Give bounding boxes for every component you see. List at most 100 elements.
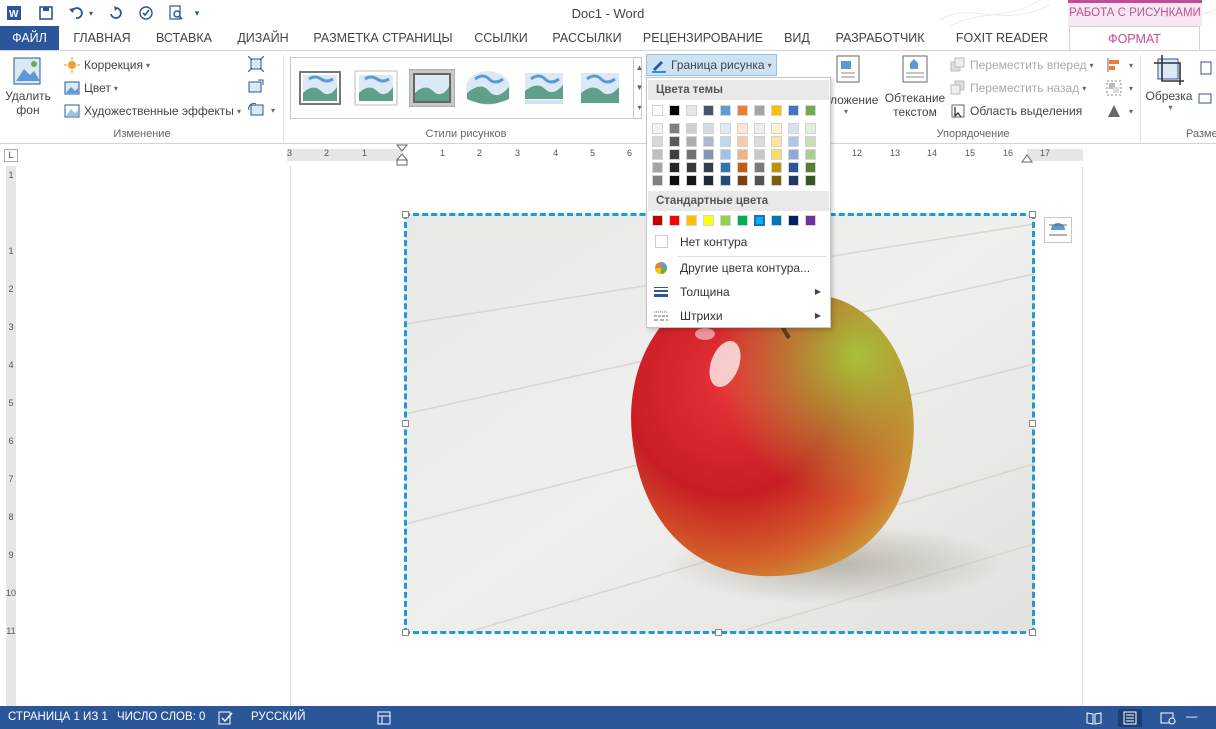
theme-tint-swatch[interactable] bbox=[788, 175, 799, 186]
theme-tint-swatch[interactable] bbox=[703, 123, 714, 134]
theme-tint-swatch[interactable] bbox=[737, 175, 748, 186]
height-field-icon[interactable] bbox=[1198, 61, 1212, 75]
theme-tint-swatch[interactable] bbox=[771, 175, 782, 186]
theme-tint-swatch[interactable] bbox=[720, 175, 731, 186]
standard-color-swatch[interactable] bbox=[805, 215, 816, 226]
standard-color-swatch[interactable] bbox=[754, 215, 765, 226]
theme-tint-swatch[interactable] bbox=[669, 149, 680, 160]
theme-tint-swatch[interactable] bbox=[703, 175, 714, 186]
tab-selector-icon[interactable]: L bbox=[4, 149, 18, 162]
tab-review[interactable]: РЕЦЕНЗИРОВАНИЕ bbox=[637, 26, 769, 50]
tab-file[interactable]: ФАЙЛ bbox=[0, 26, 59, 50]
theme-tint-swatch[interactable] bbox=[703, 162, 714, 173]
theme-tint-swatch[interactable] bbox=[771, 123, 782, 134]
read-mode-icon[interactable] bbox=[1086, 711, 1102, 728]
dashes-item[interactable]: Штрихи ▶ bbox=[648, 305, 829, 327]
correction-button[interactable]: Коррекция ▾ bbox=[64, 57, 150, 73]
theme-tint-swatch[interactable] bbox=[805, 136, 816, 147]
theme-tint-swatch[interactable] bbox=[686, 175, 697, 186]
change-picture-button[interactable] bbox=[248, 79, 268, 95]
tab-foxit[interactable]: FOXIT READER PDF bbox=[942, 26, 1062, 69]
theme-tint-swatch[interactable] bbox=[754, 175, 765, 186]
tab-format[interactable]: ФОРМАТ bbox=[1069, 26, 1200, 50]
theme-color-swatch[interactable] bbox=[720, 105, 731, 116]
picture-style-thumb[interactable] bbox=[465, 69, 511, 107]
theme-tint-swatch[interactable] bbox=[771, 136, 782, 147]
theme-tint-swatch[interactable] bbox=[737, 149, 748, 160]
rotate-button[interactable]: ▾ bbox=[1106, 103, 1133, 119]
tab-view[interactable]: ВИД bbox=[776, 26, 818, 50]
standard-color-swatch[interactable] bbox=[686, 215, 697, 226]
theme-color-swatch[interactable] bbox=[754, 105, 765, 116]
right-indent-marker-icon[interactable] bbox=[1021, 150, 1033, 164]
tab-mailings[interactable]: РАССЫЛКИ bbox=[544, 26, 630, 50]
theme-color-swatch[interactable] bbox=[788, 105, 799, 116]
picture-border-button[interactable]: Граница рисунка ▾ bbox=[646, 54, 777, 76]
vertical-ruler[interactable]: 1 1 2 3 4 5 6 7 8 9 10 11 bbox=[0, 166, 20, 706]
picture-style-thumb-selected[interactable] bbox=[408, 68, 456, 108]
standard-color-swatch[interactable] bbox=[669, 215, 680, 226]
horizontal-ruler[interactable]: L 3 2 1 1 2 3 4 5 6 12 13 14 15 16 17 bbox=[0, 144, 1216, 166]
theme-tint-swatch[interactable] bbox=[771, 162, 782, 173]
standard-color-swatch[interactable] bbox=[720, 215, 731, 226]
macro-record-icon[interactable] bbox=[377, 711, 391, 728]
selection-pane-button[interactable]: Область выделения bbox=[950, 103, 1082, 119]
send-backward-button[interactable]: Переместить назад ▾ bbox=[950, 80, 1086, 96]
group-objects-button[interactable]: ▾ bbox=[1106, 80, 1133, 96]
reset-picture-button[interactable]: ▾ bbox=[248, 102, 275, 118]
theme-tint-swatch[interactable] bbox=[754, 123, 765, 134]
theme-color-swatch[interactable] bbox=[805, 105, 816, 116]
tab-developer[interactable]: РАЗРАБОТЧИК bbox=[826, 26, 934, 50]
resize-handle[interactable] bbox=[402, 420, 409, 427]
standard-color-swatch[interactable] bbox=[788, 215, 799, 226]
theme-tint-swatch[interactable] bbox=[771, 149, 782, 160]
theme-tint-swatch[interactable] bbox=[703, 136, 714, 147]
theme-tint-swatch[interactable] bbox=[737, 162, 748, 173]
theme-tint-swatch[interactable] bbox=[754, 149, 765, 160]
theme-tint-swatch[interactable] bbox=[737, 136, 748, 147]
theme-color-swatch[interactable] bbox=[669, 105, 680, 116]
bring-forward-button[interactable]: Переместить вперед ▾ bbox=[950, 57, 1094, 73]
compress-pictures-button[interactable] bbox=[248, 56, 268, 72]
theme-tint-swatch[interactable] bbox=[720, 136, 731, 147]
picture-style-thumb[interactable] bbox=[353, 69, 399, 107]
weight-item[interactable]: Толщина ▶ bbox=[648, 281, 829, 303]
theme-tint-swatch[interactable] bbox=[669, 136, 680, 147]
resize-handle[interactable] bbox=[402, 629, 409, 636]
theme-tint-swatch[interactable] bbox=[686, 149, 697, 160]
wrap-text-button[interactable]: Обтекание текстом bbox=[884, 55, 946, 125]
zoom-out-icon[interactable]: — bbox=[1186, 711, 1198, 723]
theme-tint-swatch[interactable] bbox=[737, 123, 748, 134]
layout-options-button[interactable] bbox=[1044, 217, 1072, 243]
color-button[interactable]: Цвет ▾ bbox=[64, 80, 118, 96]
theme-tint-swatch[interactable] bbox=[669, 175, 680, 186]
theme-tint-swatch[interactable] bbox=[805, 123, 816, 134]
position-button[interactable]: ложение ▾ bbox=[830, 55, 878, 125]
theme-tint-swatch[interactable] bbox=[788, 149, 799, 160]
gallery-scroll-up[interactable]: ▲ bbox=[633, 58, 645, 78]
theme-tint-swatch[interactable] bbox=[686, 123, 697, 134]
language[interactable]: РУССКИЙ bbox=[251, 711, 306, 723]
artistic-effects-button[interactable]: Художественные эффекты ▾ bbox=[64, 103, 241, 119]
proofing-icon[interactable] bbox=[218, 711, 234, 728]
tab-layout[interactable]: РАЗМЕТКА СТРАНИЦЫ bbox=[306, 26, 460, 50]
word-count[interactable]: ЧИСЛО СЛОВ: 0 bbox=[117, 711, 205, 723]
standard-color-swatch[interactable] bbox=[652, 215, 663, 226]
theme-color-swatch[interactable] bbox=[703, 105, 714, 116]
theme-tint-swatch[interactable] bbox=[669, 123, 680, 134]
theme-color-swatch[interactable] bbox=[652, 105, 663, 116]
theme-tint-swatch[interactable] bbox=[652, 175, 663, 186]
align-button[interactable]: ▾ bbox=[1106, 57, 1133, 73]
theme-tint-swatch[interactable] bbox=[652, 136, 663, 147]
theme-tint-swatch[interactable] bbox=[720, 162, 731, 173]
print-layout-icon[interactable] bbox=[1118, 709, 1142, 727]
indent-marker-icon[interactable] bbox=[396, 144, 408, 166]
resize-handle[interactable] bbox=[1029, 629, 1036, 636]
resize-handle[interactable] bbox=[715, 629, 722, 636]
theme-tint-swatch[interactable] bbox=[720, 149, 731, 160]
theme-tint-swatch[interactable] bbox=[788, 162, 799, 173]
tab-design[interactable]: ДИЗАЙН bbox=[228, 26, 298, 50]
theme-tint-swatch[interactable] bbox=[720, 123, 731, 134]
gallery-scroll-down[interactable]: ▼ bbox=[633, 78, 645, 98]
theme-tint-swatch[interactable] bbox=[652, 149, 663, 160]
